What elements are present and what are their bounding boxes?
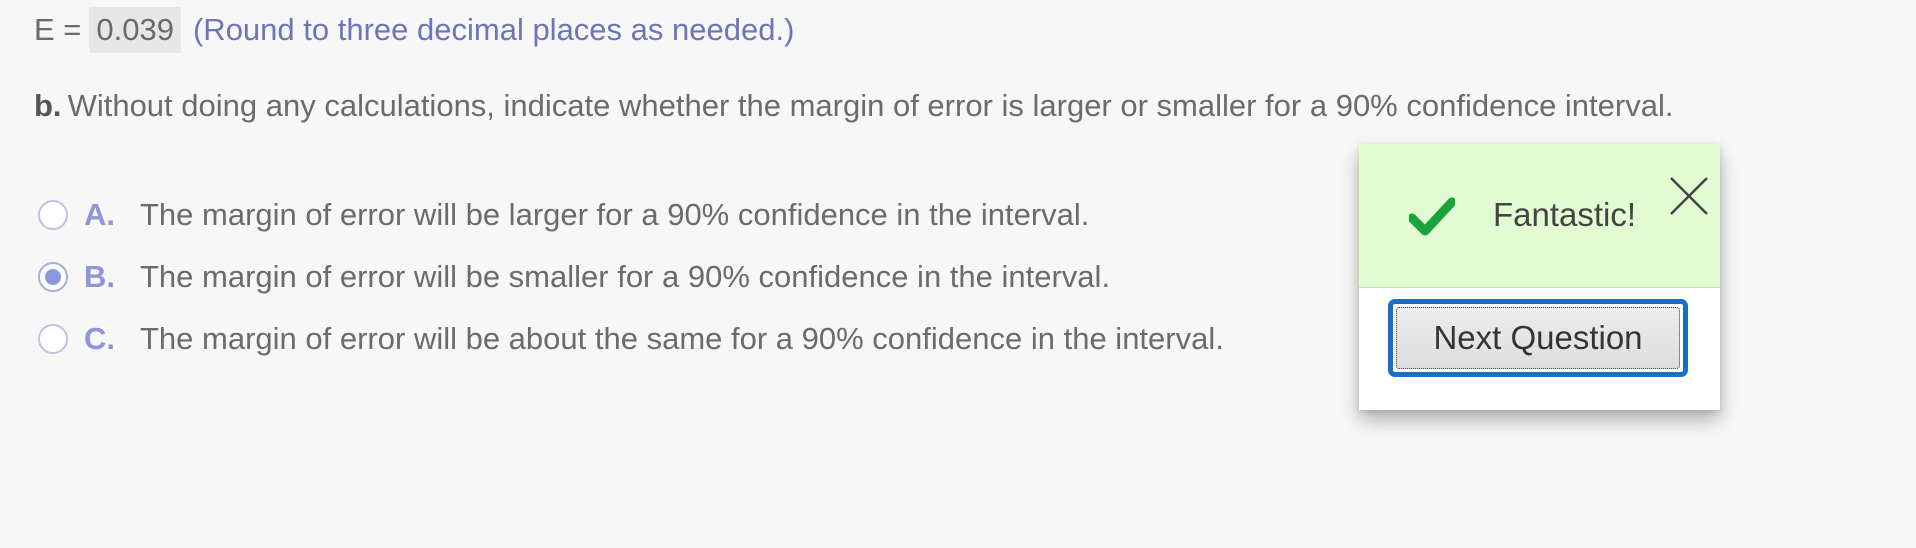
option-text[interactable]: The margin of error will be about the sa… (140, 321, 1224, 357)
answer-options: A. The margin of error will be larger fo… (38, 184, 1224, 370)
close-icon[interactable] (1668, 175, 1710, 217)
option-text[interactable]: The margin of error will be smaller for … (140, 259, 1110, 295)
radio-button-a[interactable] (38, 200, 68, 230)
next-question-label[interactable]: Next Question (1396, 307, 1680, 369)
option-text[interactable]: The margin of error will be larger for a… (140, 197, 1089, 233)
checkmark-icon (1409, 197, 1455, 236)
option-letter: C. (84, 321, 115, 356)
next-question-button[interactable]: Next Question (1388, 299, 1688, 377)
option-b[interactable]: B. The margin of error will be smaller f… (38, 246, 1224, 308)
feedback-popup: Fantastic! Next Question (1359, 144, 1720, 410)
answer-input[interactable]: 0.039 (89, 7, 181, 53)
part-a-answer-line: E = 0.039 (Round to three decimal places… (34, 6, 794, 54)
rounding-hint: (Round to three decimal places as needed… (192, 12, 795, 47)
radio-button-c[interactable] (38, 324, 68, 354)
feedback-message: Fantastic! (1493, 196, 1637, 233)
question-prompt: Without doing any calculations, indicate… (67, 88, 1674, 123)
question-part-b: b. Without doing any calculations, indica… (34, 88, 1673, 124)
question-part-label: b. (34, 88, 62, 123)
option-letter: B. (84, 259, 115, 294)
option-c[interactable]: C. The margin of error will be about the… (38, 308, 1224, 370)
radio-button-b[interactable] (38, 262, 68, 292)
feedback-header: Fantastic! (1359, 144, 1720, 288)
option-letter: A. (84, 197, 115, 232)
option-a[interactable]: A. The margin of error will be larger fo… (38, 184, 1224, 246)
page: E = 0.039 (Round to three decimal places… (0, 0, 1916, 548)
answer-label: E = (34, 12, 82, 47)
